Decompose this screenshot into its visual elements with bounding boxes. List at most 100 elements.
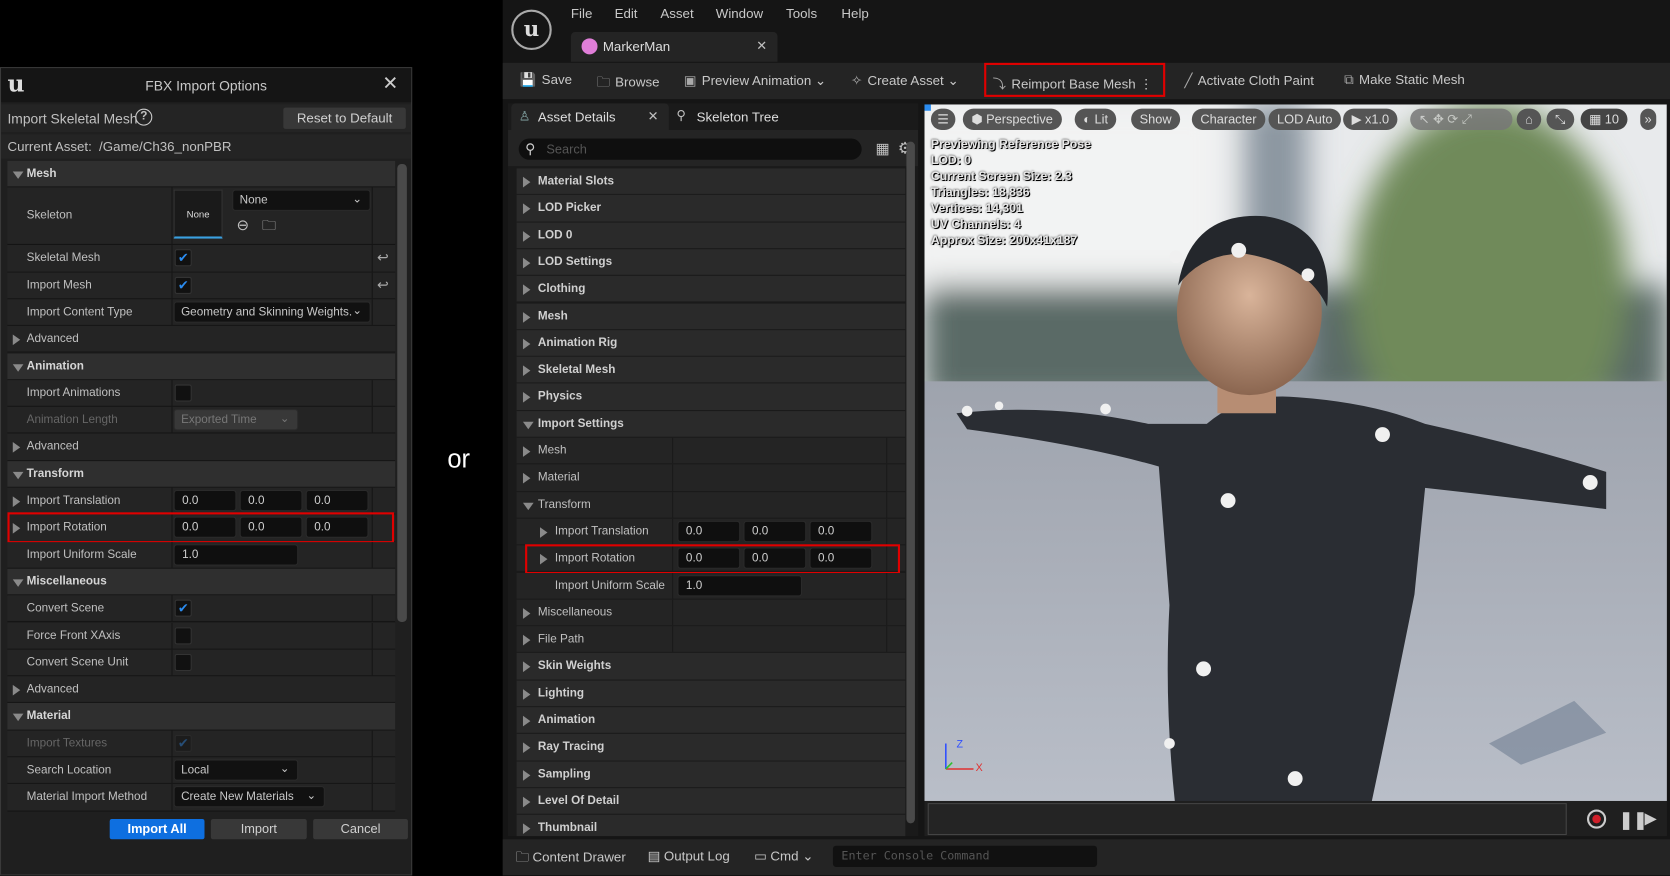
details-row-lighting[interactable]: Lighting	[516, 680, 906, 708]
details-row-import-uniform-scale[interactable]: Import Uniform Scale 1.0	[516, 572, 906, 600]
animation-length-dropdown[interactable]: Exported Time ⌄	[173, 409, 299, 431]
chevron-right-icon[interactable]	[540, 527, 548, 538]
details-row-material-slots[interactable]: Material Slots	[516, 168, 906, 196]
table-view-icon[interactable]: ▦	[876, 140, 890, 158]
more-icon[interactable]: »	[1640, 108, 1656, 130]
details-row-lod-picker[interactable]: LOD Picker	[516, 195, 906, 223]
chevron-right-icon[interactable]	[522, 284, 531, 296]
transform-tools[interactable]: ↖ ✥ ⟳ ⤢	[1410, 108, 1513, 130]
vector-field-x[interactable]: 0.0	[677, 547, 741, 569]
details-row-clothing[interactable]: Clothing	[516, 276, 906, 304]
chevron-right-icon[interactable]	[522, 230, 531, 242]
vector-field-z[interactable]: 0.0	[809, 547, 873, 569]
details-row-animation-rig[interactable]: Animation Rig	[516, 329, 906, 357]
section-transform[interactable]: Transform	[7, 460, 396, 488]
cmd-dropdown[interactable]: ▭ Cmd ⌄	[754, 848, 813, 864]
show-button[interactable]: Show	[1131, 108, 1181, 130]
vector-field-z[interactable]: 0.0	[305, 489, 369, 512]
chevron-right-icon[interactable]	[12, 684, 21, 696]
checkbox[interactable]	[174, 384, 192, 402]
checkbox[interactable]: ✔	[174, 599, 192, 617]
details-row-mesh[interactable]: Mesh	[516, 303, 906, 330]
chevron-right-icon[interactable]	[522, 257, 531, 269]
vector-field-y[interactable]: 0.0	[743, 520, 807, 543]
make-static-mesh-button[interactable]: ⧉ Make Static Mesh	[1344, 72, 1465, 88]
tab-markerman[interactable]: MarkerMan ✕	[570, 31, 778, 62]
chevron-right-icon[interactable]	[522, 311, 531, 323]
browse-folder-icon[interactable]: 🗀	[262, 217, 276, 240]
import-content-type-dropdown[interactable]: Geometry and Skinning Weights. ⌄	[173, 301, 371, 323]
reset-arrow-icon[interactable]: ↩	[377, 250, 389, 267]
menu-file[interactable]: File	[571, 6, 592, 21]
menu-asset[interactable]: Asset	[660, 6, 693, 21]
menu-tools[interactable]: Tools	[786, 6, 817, 21]
details-row-material[interactable]: Material	[516, 464, 906, 492]
chevron-right-icon[interactable]	[12, 496, 21, 507]
chevron-right-icon[interactable]	[12, 442, 21, 454]
vector-field-x[interactable]: 0.0	[173, 516, 237, 539]
scrollbar[interactable]	[397, 164, 407, 623]
menu-window[interactable]: Window	[716, 6, 763, 21]
chevron-right-icon[interactable]	[522, 473, 531, 484]
viewport[interactable]: ☰ ⬢ Perspective ◐ Lit Show Character LOD Auto…	[924, 104, 1667, 801]
property-row-advanced[interactable]: Advanced	[7, 433, 396, 461]
details-row-mesh[interactable]: Mesh	[516, 437, 906, 465]
chevron-down-icon[interactable]	[12, 363, 24, 372]
chevron-down-icon[interactable]	[12, 171, 24, 179]
timeline-scrubber[interactable]	[927, 803, 1567, 836]
step-forward-icon[interactable]: ▶	[1645, 808, 1657, 827]
reimport-base-mesh-button[interactable]: ⤵ Reimport Base Mesh ⋮	[993, 72, 1153, 92]
chevron-right-icon[interactable]	[522, 715, 531, 727]
checkbox[interactable]	[174, 653, 192, 671]
checkbox[interactable]	[174, 626, 192, 644]
details-row-transform[interactable]: Transform	[516, 491, 906, 519]
close-tab-icon[interactable]: ✕	[648, 109, 659, 124]
details-row-thumbnail[interactable]: Thumbnail	[516, 815, 906, 837]
chevron-right-icon[interactable]	[522, 688, 531, 700]
checkbox[interactable]: ✔	[174, 276, 192, 294]
create-asset-button[interactable]: ✧ Create Asset ⌄	[851, 72, 959, 88]
chevron-right-icon[interactable]	[12, 523, 21, 534]
chevron-right-icon[interactable]	[12, 334, 21, 346]
chevron-right-icon[interactable]	[522, 392, 531, 404]
details-row-ray-tracing[interactable]: Ray Tracing	[516, 734, 906, 762]
import-all-button[interactable]: Import All	[109, 819, 205, 840]
section-miscellaneous[interactable]: Miscellaneous	[7, 568, 396, 596]
chevron-right-icon[interactable]	[522, 634, 531, 646]
details-row-lod-settings[interactable]: LOD Settings	[516, 249, 906, 277]
reset-arrow-icon[interactable]: ↩	[377, 276, 389, 293]
surface-snap-icon[interactable]: ⤡	[1546, 108, 1574, 130]
chevron-right-icon[interactable]	[540, 554, 548, 565]
lit-button[interactable]: ◐ Lit	[1074, 108, 1117, 130]
chevron-right-icon[interactable]	[522, 742, 531, 754]
output-log-button[interactable]: ▤ Output Log	[648, 848, 730, 864]
vector-field-x[interactable]: 0.0	[677, 520, 741, 543]
activate-cloth-paint-button[interactable]: ╱ Activate Cloth Paint	[1184, 72, 1314, 88]
save-button[interactable]: 💾 Save	[520, 72, 572, 88]
checkbox[interactable]: ✔	[174, 249, 192, 267]
viewport-menu-button[interactable]: ☰	[930, 108, 956, 130]
vector-field-z[interactable]: 0.0	[305, 516, 369, 539]
chevron-down-icon[interactable]	[522, 502, 534, 510]
chevron-down-icon[interactable]	[522, 421, 534, 429]
chevron-right-icon[interactable]	[522, 796, 531, 808]
details-row-import-settings[interactable]: Import Settings	[516, 410, 906, 438]
chevron-right-icon[interactable]	[522, 338, 531, 350]
local-space-icon[interactable]: ⌂	[1516, 108, 1542, 130]
content-drawer-button[interactable]: 🗀 Content Drawer	[516, 848, 626, 870]
help-icon[interactable]: ?	[135, 108, 153, 126]
tab-asset-details[interactable]: ♙ Asset Details ✕	[511, 103, 669, 130]
chevron-right-icon[interactable]	[522, 446, 531, 457]
more-options-icon[interactable]: ⋮	[1136, 77, 1152, 92]
chevron-down-icon[interactable]	[12, 471, 24, 479]
character-button[interactable]: Character	[1191, 108, 1266, 130]
details-row-file-path[interactable]: File Path	[516, 626, 906, 654]
details-row-physics[interactable]: Physics	[516, 383, 906, 411]
details-row-animation[interactable]: Animation	[516, 707, 906, 735]
x1-0-button[interactable]: ▶ x1.0	[1343, 108, 1398, 130]
search-location-dropdown[interactable]: Local ⌄	[173, 759, 299, 781]
property-row-advanced[interactable]: Advanced	[7, 326, 396, 354]
record-button[interactable]	[1586, 809, 1607, 829]
skeleton-dropdown[interactable]: None ⌄	[232, 189, 371, 212]
close-icon[interactable]: ✕	[382, 72, 398, 94]
